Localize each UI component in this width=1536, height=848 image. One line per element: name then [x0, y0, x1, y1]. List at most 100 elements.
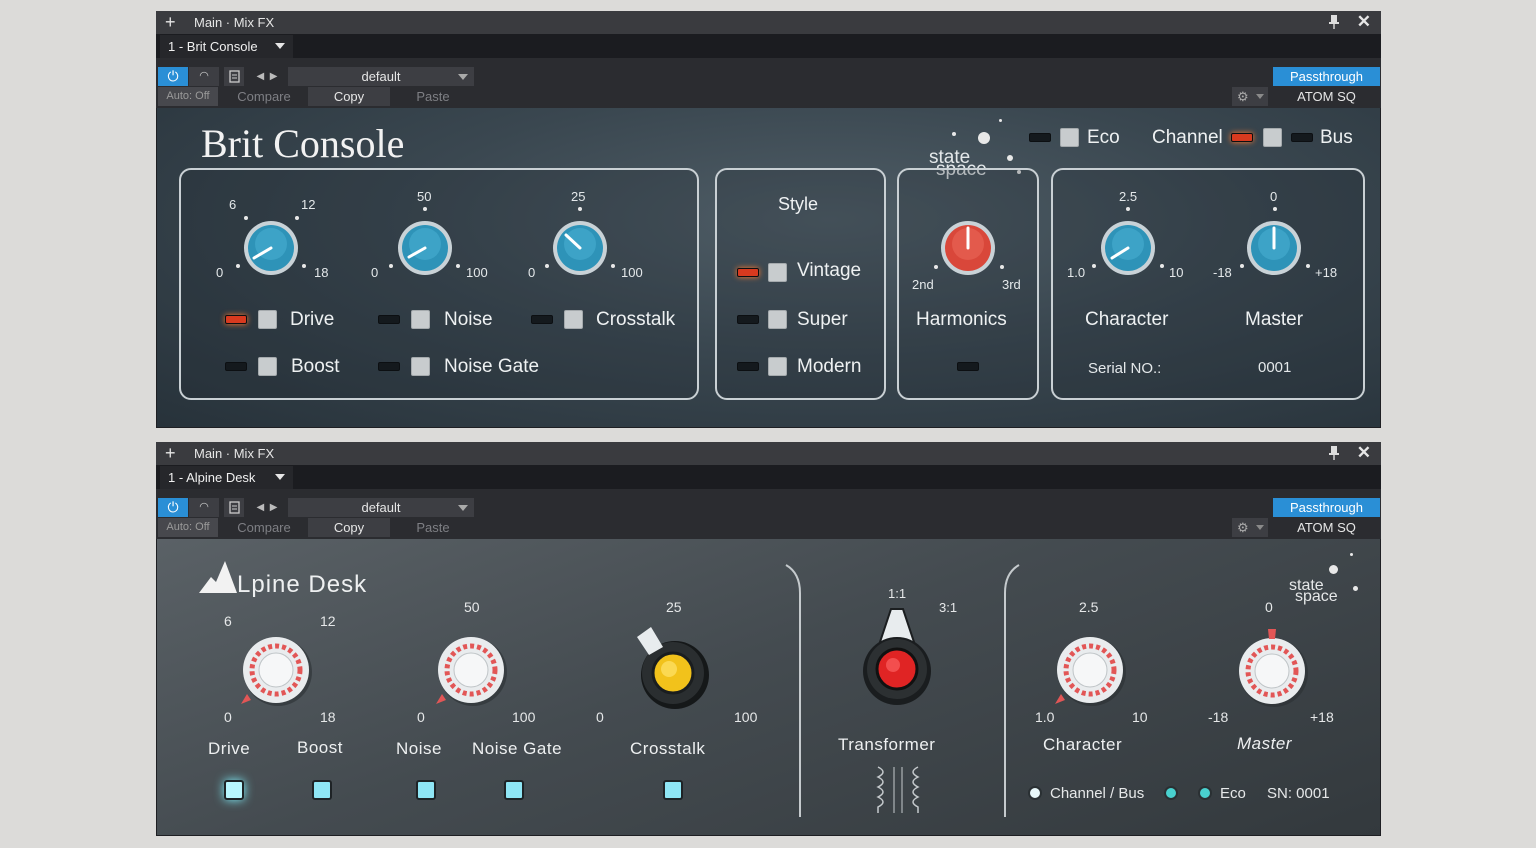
next-preset-icon[interactable]: ▶ [270, 71, 278, 82]
pin-icon[interactable] [1329, 15, 1339, 29]
add-icon[interactable]: + [165, 443, 176, 463]
boost-toggle[interactable] [258, 357, 277, 376]
drive-scale-18: 18 [320, 709, 336, 725]
master-scale-plus18: +18 [1310, 709, 1334, 725]
knob-tick [1306, 264, 1310, 268]
prev-preset-icon[interactable]: ◀ [257, 71, 265, 82]
drive-scale-0: 0 [216, 265, 224, 280]
character-label: Character [1085, 309, 1169, 330]
compare-button[interactable]: Compare [222, 87, 306, 106]
character-scale-2.5: 2.5 [1079, 599, 1099, 615]
logo-dot [952, 132, 956, 136]
prev-preset-icon[interactable]: ◀ [257, 502, 265, 513]
drive-toggle[interactable] [258, 310, 277, 329]
noise-knob[interactable] [432, 634, 510, 712]
preset-menu-button[interactable] [224, 67, 244, 86]
copy-button[interactable]: Copy [308, 87, 390, 106]
noise-gate-label: Noise Gate [472, 739, 563, 758]
drive-scale-6: 6 [224, 613, 232, 629]
window-title: Main · Mix FX [194, 446, 275, 461]
character-knob[interactable] [1051, 634, 1129, 712]
bus-radio[interactable] [1164, 786, 1178, 800]
crosstalk-scale-0: 0 [596, 709, 604, 725]
paste-button[interactable]: Paste [392, 87, 474, 106]
master-knob[interactable] [1246, 220, 1302, 276]
passthrough-button[interactable]: Passthrough [1273, 498, 1380, 517]
drive-knob[interactable] [243, 220, 299, 276]
crosstalk-knob[interactable] [629, 625, 713, 715]
harmonics-led[interactable] [957, 362, 979, 371]
channel-radio[interactable] [1028, 786, 1042, 800]
instance-selector[interactable]: 1 - Brit Console [160, 35, 293, 58]
compare-button[interactable]: Compare [222, 518, 306, 537]
boost-led [225, 362, 247, 371]
settings-button[interactable]: ⚙ [1232, 87, 1268, 106]
master-label: Master [1245, 309, 1304, 330]
listen-button[interactable]: ◠ [189, 67, 219, 86]
transformer-switch[interactable] [857, 603, 937, 713]
pin-icon[interactable] [1329, 446, 1339, 460]
add-icon[interactable]: + [165, 12, 176, 32]
listen-button[interactable]: ◠ [189, 498, 219, 517]
next-preset-icon[interactable]: ▶ [270, 502, 278, 513]
eco-toggle[interactable] [1060, 128, 1079, 147]
copy-button[interactable]: Copy [308, 518, 390, 537]
crosstalk-scale-25: 25 [571, 189, 586, 204]
power-button[interactable]: ⏻ [158, 67, 188, 86]
character-knob[interactable] [1100, 220, 1156, 276]
preset-name: default [361, 500, 401, 515]
noise-knob[interactable] [397, 220, 453, 276]
serial-number: 0001 [1258, 359, 1292, 376]
close-icon[interactable]: ✕ [1357, 443, 1371, 463]
settings-button[interactable]: ⚙ [1232, 518, 1268, 537]
control-device-label[interactable]: ATOM SQ [1273, 87, 1380, 106]
vintage-toggle[interactable] [768, 263, 787, 282]
bus-led [1291, 133, 1313, 142]
drive-button[interactable] [224, 780, 244, 800]
super-toggle[interactable] [768, 310, 787, 329]
channel-bus-toggle[interactable] [1263, 128, 1282, 147]
eco-radio[interactable] [1198, 786, 1212, 800]
master-knob[interactable] [1233, 625, 1311, 713]
preset-navigation[interactable]: ◀ ▶ [248, 498, 286, 517]
passthrough-button[interactable]: Passthrough [1273, 67, 1380, 86]
noise-gate-toggle[interactable] [411, 357, 430, 376]
logo-dot [1329, 565, 1338, 574]
automation-button[interactable]: Auto: Off [158, 518, 218, 537]
knob-tick [1000, 265, 1004, 269]
paste-button[interactable]: Paste [392, 518, 474, 537]
window-titlebar[interactable]: + Main · Mix FX ✕ [156, 442, 1381, 465]
preset-dropdown[interactable]: default [288, 67, 474, 86]
modern-toggle[interactable] [768, 357, 787, 376]
preset-navigation[interactable]: ◀ ▶ [248, 67, 286, 86]
chevron-down-icon [1256, 94, 1264, 99]
noise-gate-button[interactable] [504, 780, 524, 800]
master-scale-0: 0 [1270, 189, 1278, 204]
crosstalk-button[interactable] [663, 780, 683, 800]
close-icon[interactable]: ✕ [1357, 12, 1371, 32]
drive-knob[interactable] [237, 634, 315, 712]
transformer-label: Transformer [838, 735, 936, 754]
plugin-window-alpine-desk: + Main · Mix FX ✕ 1 - Alpine Desk ⏻ ◠ ◀ … [156, 442, 1381, 836]
modern-led [737, 362, 759, 371]
crosstalk-toggle[interactable] [564, 310, 583, 329]
drive-scale-6: 6 [229, 197, 237, 212]
automation-button[interactable]: Auto: Off [158, 87, 218, 106]
power-button[interactable]: ⏻ [158, 498, 188, 517]
control-device-label[interactable]: ATOM SQ [1273, 518, 1380, 537]
knob-tick [545, 264, 549, 268]
noise-button[interactable] [416, 780, 436, 800]
preset-dropdown[interactable]: default [288, 498, 474, 517]
noise-toggle[interactable] [411, 310, 430, 329]
preset-menu-button[interactable] [224, 498, 244, 517]
instance-selector[interactable]: 1 - Alpine Desk [160, 466, 293, 489]
instance-label: 1 - Brit Console [168, 39, 258, 54]
knob-tick [244, 216, 248, 220]
crosstalk-knob[interactable] [552, 220, 608, 276]
boost-button[interactable] [312, 780, 332, 800]
window-titlebar[interactable]: + Main · Mix FX ✕ [156, 11, 1381, 34]
power-icon: ⏻ [167, 499, 179, 515]
logo-dot [1350, 553, 1353, 556]
harmonics-knob[interactable] [940, 220, 996, 276]
character-scale-10: 10 [1169, 265, 1184, 280]
